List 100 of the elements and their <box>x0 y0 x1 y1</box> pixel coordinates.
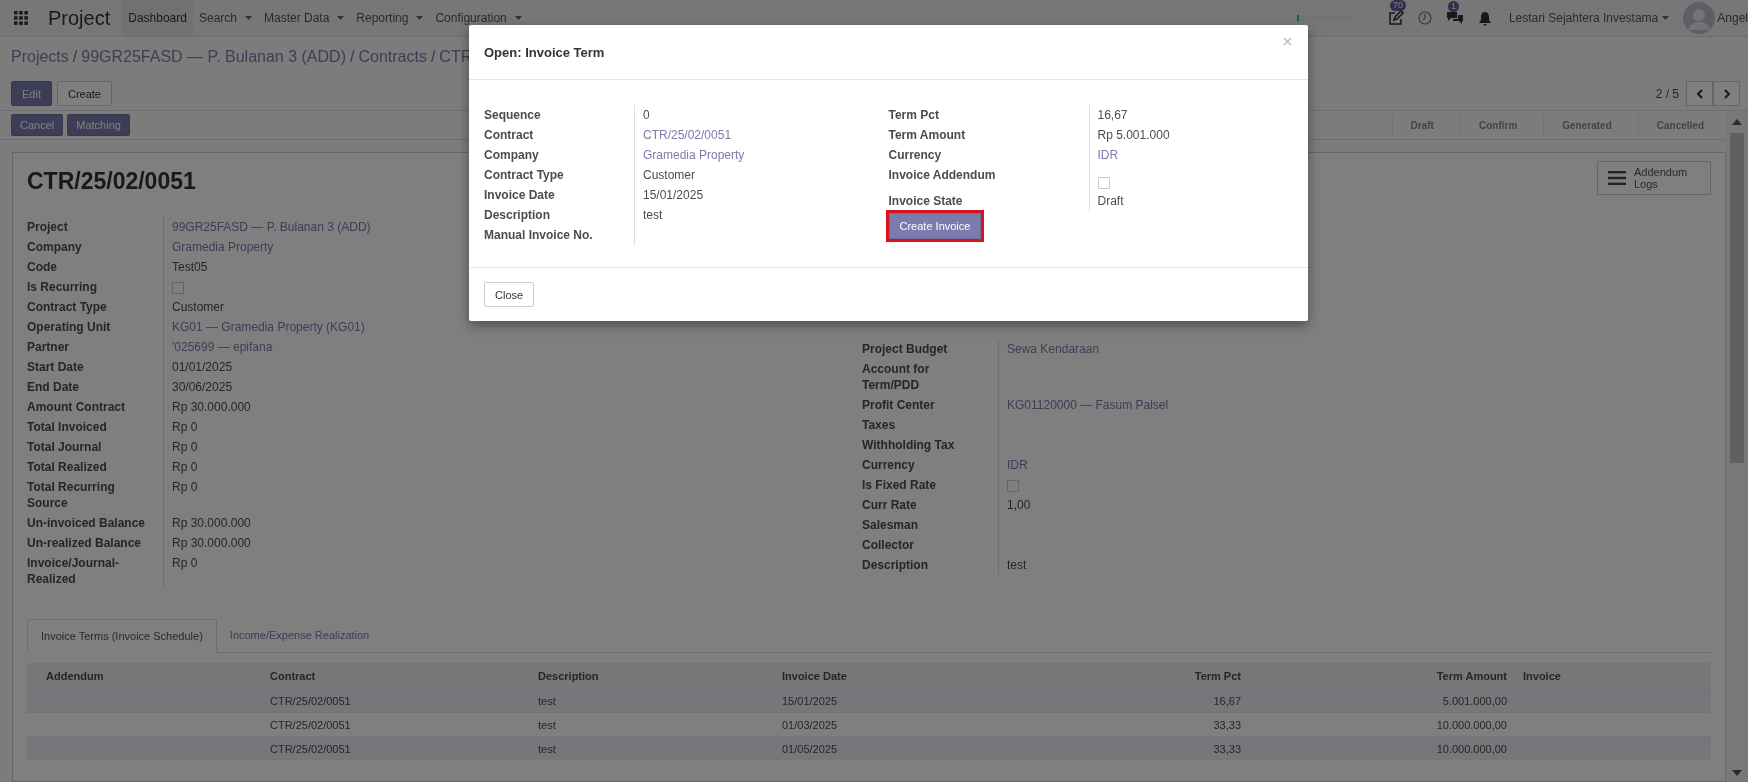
column-header[interactable]: Addendum <box>27 669 262 682</box>
menu-item[interactable]: Reporting <box>350 0 430 37</box>
close-icon[interactable] <box>1283 36 1292 46</box>
table-cell: 33,33 <box>1213 742 1241 755</box>
notebook-tab[interactable]: Income/Expense Realization <box>216 619 383 652</box>
apps-grid-icon[interactable] <box>14 11 28 25</box>
table-row[interactable]: CTR/25/02/0051 test 01/05/2025 33,33 10.000.000,00 <box>27 736 1711 760</box>
table-cell: test <box>538 718 556 731</box>
chat-icon[interactable] <box>1445 10 1464 26</box>
caret-icon[interactable] <box>514 16 522 20</box>
field-link[interactable]: 99GR25FASD — P. Bulanan 3 (ADD) <box>172 220 371 234</box>
field-label: Code <box>27 257 164 277</box>
toolbar-button[interactable]: Create <box>56 81 112 106</box>
table-row[interactable]: CTR/25/02/0051 test 15/01/2025 16,67 5.001.000,00 <box>27 688 1711 712</box>
field-label: Term Pct <box>888 105 1090 125</box>
close-button[interactable]: Close <box>484 282 535 307</box>
chevron-left-icon[interactable] <box>1695 88 1704 99</box>
scrollbar-thumb[interactable] <box>1730 133 1744 463</box>
field-value: test <box>1007 558 1027 572</box>
field-label: Company <box>484 145 635 165</box>
field-link[interactable]: Gramedia Property <box>172 240 274 254</box>
field-link[interactable]: '025699 — epifana <box>172 340 273 354</box>
field-label: Profit Center <box>862 395 999 415</box>
breadcrumb-link[interactable]: 99GR25FASD — P. Bulanan 3 (ADD) <box>81 48 346 66</box>
bell-icon[interactable] <box>1477 10 1492 26</box>
field-label: Total Recurring Source <box>27 477 164 513</box>
column-header[interactable]: Invoice <box>1515 669 1694 682</box>
header-button[interactable]: Cancel <box>11 114 64 136</box>
menu-item[interactable]: Search <box>192 0 258 37</box>
notebook-tab[interactable]: Invoice Terms (Invoice Schedule) <box>27 619 217 653</box>
caret-icon[interactable] <box>416 16 424 20</box>
status-stage[interactable]: Generated <box>1543 114 1634 136</box>
menu-item[interactable]: Master Data <box>258 0 351 37</box>
caret-icon[interactable] <box>337 16 345 20</box>
field-link[interactable]: Sewa Kendaraan <box>1007 342 1100 356</box>
field-label: Company <box>27 237 164 257</box>
field-value: Test05 <box>172 260 208 274</box>
scroll-up-icon[interactable] <box>1732 119 1742 125</box>
field-label: Contract Type <box>484 165 635 185</box>
scrollbar[interactable] <box>1726 111 1748 782</box>
next-button[interactable] <box>1713 81 1740 106</box>
table-cell: 33,33 <box>1213 718 1241 731</box>
field-label: Term Amount <box>888 125 1090 145</box>
field-label: Account for Term/PDD <box>862 359 999 395</box>
field-label: Currency <box>888 145 1090 165</box>
field-label: Taxes <box>862 415 999 435</box>
column-header[interactable]: Description <box>530 669 774 682</box>
field-value: Rp 0 <box>172 556 198 570</box>
field-value: Rp 0 <box>172 420 198 434</box>
breadcrumb-link[interactable]: Contracts <box>358 48 427 66</box>
column-header[interactable]: Term Pct <box>1046 669 1249 682</box>
table-cell: 10.000.000,00 <box>1436 742 1507 755</box>
table-cell: 15/01/2025 <box>782 694 838 707</box>
field-link[interactable]: CTR/25/02/0051 <box>643 128 732 142</box>
table-cell: 16,67 <box>1213 694 1241 707</box>
menu-item[interactable]: Dashboard <box>122 0 193 37</box>
menu-item[interactable]: Configuration <box>429 0 528 37</box>
hamburger-icon[interactable] <box>1608 171 1626 185</box>
header-button[interactable]: Matching <box>67 114 130 136</box>
checkbox[interactable] <box>1097 177 1110 189</box>
chevron-right-icon[interactable] <box>1722 88 1731 99</box>
caret-icon[interactable] <box>1662 16 1670 20</box>
field-link[interactable]: KG01120000 — Fasum Palsel <box>1007 398 1169 412</box>
field-label: Invoice/Journal-Realized <box>27 553 164 589</box>
breadcrumb-separator: / <box>72 48 78 66</box>
user-name[interactable]: Angel <box>1717 11 1748 25</box>
field-label: Currency <box>862 455 999 475</box>
caret-icon[interactable] <box>245 16 252 20</box>
field-link[interactable]: IDR <box>1007 458 1028 472</box>
checkbox[interactable] <box>172 282 184 294</box>
field-label: Invoice Date <box>484 185 635 205</box>
field-label: Total Invoiced <box>27 417 164 437</box>
field-label: Salesman <box>862 515 999 535</box>
create-invoice-button[interactable]: Create Invoice <box>888 213 982 239</box>
field-label: Start Date <box>27 357 164 377</box>
column-header[interactable]: Term Amount <box>1249 669 1515 682</box>
clock-icon[interactable] <box>1417 11 1432 25</box>
edit-icon[interactable] <box>1387 10 1404 26</box>
pager-counter: 2 / 5 <box>1655 86 1679 101</box>
field-link[interactable]: IDR <box>1097 148 1119 162</box>
table-cell: 01/03/2025 <box>782 718 838 731</box>
addendum-logs-button[interactable]: Addendum Logs <box>1597 161 1711 195</box>
status-stage[interactable]: Draft <box>1391 114 1456 136</box>
field-label: Total Realized <box>27 457 164 477</box>
column-header[interactable]: Contract <box>262 669 530 682</box>
previous-button[interactable] <box>1686 81 1713 106</box>
field-value: Customer <box>643 168 695 182</box>
field-link[interactable]: KG01 — Gramedia Property (KG01) <box>172 320 365 334</box>
company-switcher[interactable]: Lestari Sejahtera Investama <box>1508 11 1670 25</box>
toolbar-button[interactable]: Edit <box>11 81 52 106</box>
field-label: Sequence <box>484 105 635 125</box>
status-stage[interactable]: Confirm <box>1459 114 1540 136</box>
field-label: Operating Unit <box>27 317 164 337</box>
field-label: Invoice Addendum <box>888 165 1090 191</box>
breadcrumb-link[interactable]: Projects <box>11 48 69 66</box>
checkbox[interactable] <box>1007 480 1019 492</box>
column-header[interactable]: Invoice Date <box>774 669 1046 682</box>
field-value: 1,00 <box>1007 498 1031 512</box>
field-link[interactable]: Gramedia Property <box>643 148 745 162</box>
scroll-down-icon[interactable] <box>1732 770 1742 776</box>
